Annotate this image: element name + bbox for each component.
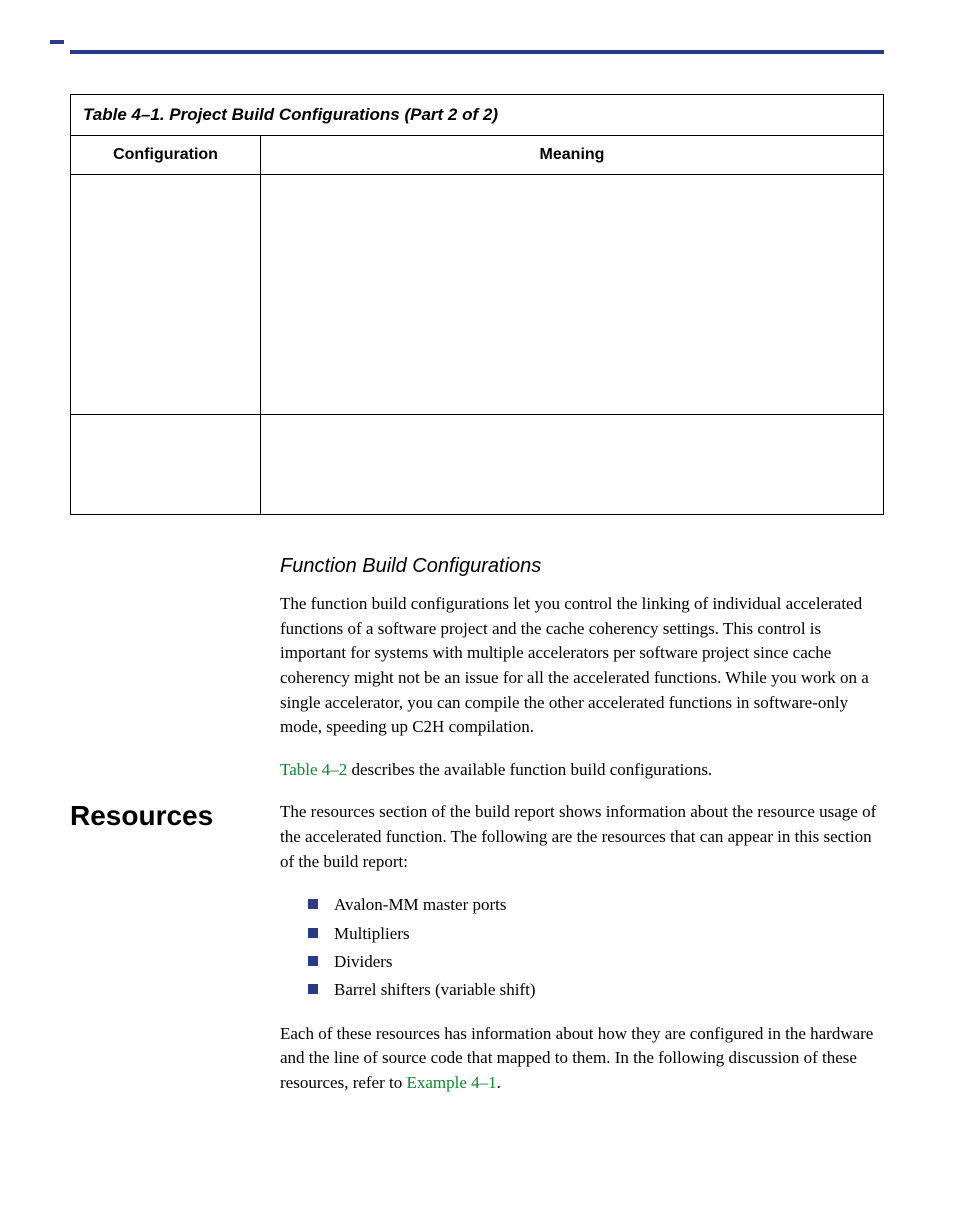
xref-example-4-1[interactable]: Example 4–1 (407, 1073, 497, 1092)
text: Each of these resources has information … (280, 1024, 873, 1092)
table-cell (261, 415, 884, 515)
paragraph: The function build configurations let yo… (280, 592, 884, 740)
table-row (71, 415, 884, 515)
table-header-row: Configuration Meaning (71, 136, 884, 175)
table-cell (71, 175, 261, 415)
table-row (71, 175, 884, 415)
text: . (497, 1073, 501, 1092)
col-meaning: Meaning (261, 136, 884, 175)
table-cell (71, 415, 261, 515)
col-configuration: Configuration (71, 136, 261, 175)
section-resources: Resources The resources section of the b… (70, 800, 884, 1113)
subheading-function-build: Function Build Configurations (280, 555, 884, 578)
paragraph: The resources section of the build repor… (280, 800, 884, 874)
paragraph: Table 4–2 describes the available functi… (280, 758, 884, 783)
resource-list: Avalon-MM master ports Multipliers Divid… (308, 892, 884, 1003)
build-config-table: Table 4–1. Project Build Configurations … (70, 94, 884, 515)
list-item: Barrel shifters (variable shift) (308, 977, 884, 1003)
list-item: Multipliers (308, 921, 884, 947)
resources-body: The resources section of the build repor… (280, 800, 884, 1113)
table-cell (261, 175, 884, 415)
table-caption: Table 4–1. Project Build Configurations … (70, 94, 884, 135)
list-item: Avalon-MM master ports (308, 892, 884, 918)
corner-rule (50, 40, 64, 44)
list-item: Dividers (308, 949, 884, 975)
side-heading-resources: Resources (70, 800, 250, 832)
section-function-build: Function Build Configurations The functi… (280, 555, 884, 782)
top-rule (70, 50, 884, 54)
text: describes the available function build c… (347, 760, 712, 779)
xref-table-4-2[interactable]: Table 4–2 (280, 760, 347, 779)
paragraph: Each of these resources has information … (280, 1022, 884, 1096)
